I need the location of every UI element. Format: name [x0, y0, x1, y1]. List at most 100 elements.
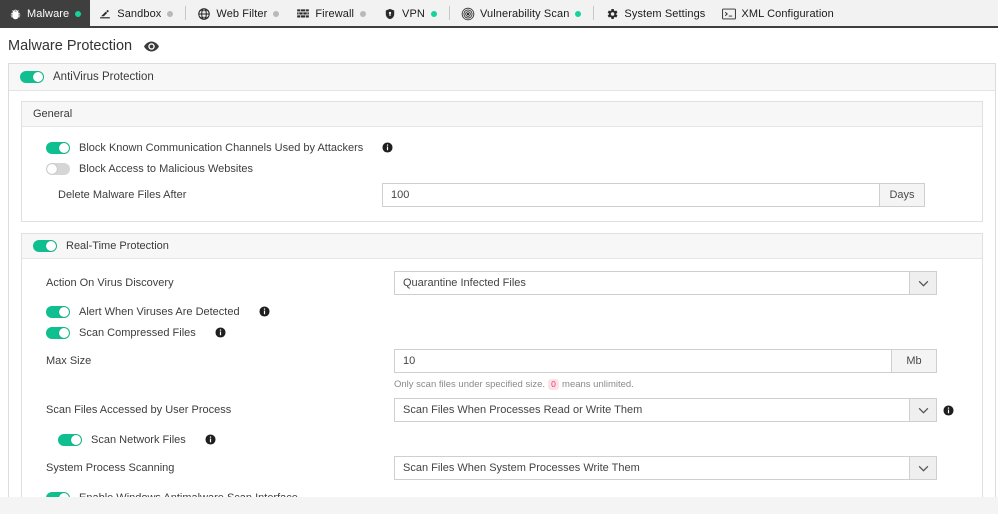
delete-malware-files-after-input[interactable] [382, 183, 879, 207]
max-size-field: Mb [394, 349, 937, 373]
realtime-protection-title: Real-Time Protection [66, 240, 169, 252]
action-on-virus-discovery-row: Action On Virus Discovery Quarantine Inf… [22, 269, 982, 297]
tab-label: System Settings [624, 8, 705, 20]
max-size-label: Max Size [46, 355, 394, 367]
web-filter-icon [197, 7, 211, 21]
realtime-protection-toggle[interactable] [33, 240, 57, 252]
antivirus-protection-toggle[interactable] [20, 71, 44, 83]
block-known-channels-label: Block Known Communication Channels Used … [79, 142, 363, 154]
tab-label: VPN [402, 8, 425, 20]
tab-system-settings[interactable]: System Settings [597, 0, 714, 28]
tab-web-filter[interactable]: Web Filter [189, 0, 288, 28]
realtime-protection-body: Action On Virus Discovery Quarantine Inf… [22, 259, 982, 497]
tab-label: Sandbox [117, 8, 161, 20]
info-icon[interactable] [259, 306, 270, 317]
tab-malware[interactable]: Malware [0, 0, 90, 28]
max-size-row: Max Size Mb [22, 347, 982, 375]
tab-label: XML Configuration [741, 8, 833, 20]
general-section: General Block Known Communication Channe… [21, 101, 983, 222]
scan-compressed-files-toggle[interactable] [46, 327, 70, 339]
scan-network-files-toggle[interactable] [58, 434, 82, 446]
scan-network-files-label: Scan Network Files [91, 434, 186, 446]
info-icon[interactable] [382, 142, 393, 153]
radar-icon [461, 7, 475, 21]
select-value: Scan Files When Processes Read or Write … [395, 404, 909, 416]
enable-amsi-toggle[interactable] [46, 492, 70, 498]
enable-amsi-row: Enable Windows Antimalware Scan Interfac… [22, 487, 982, 497]
chevron-down-icon [909, 272, 936, 294]
general-section-header: General [22, 102, 982, 127]
select-value: Scan Files When System Processes Write T… [395, 462, 909, 474]
alert-when-viruses-detected-toggle[interactable] [46, 306, 70, 318]
antivirus-protection-label: AntiVirus Protection [53, 71, 154, 83]
tab-vulnerability-scan[interactable]: Vulnerability Scan [453, 0, 590, 28]
realtime-protection-header: Real-Time Protection [22, 234, 982, 259]
panel-body: General Block Known Communication Channe… [9, 91, 995, 497]
antivirus-protection-header: AntiVirus Protection [9, 64, 995, 91]
system-process-scanning-label: System Process Scanning [46, 462, 394, 474]
alert-when-viruses-detected-label: Alert When Viruses Are Detected [79, 306, 240, 318]
action-on-virus-discovery-label: Action On Virus Discovery [46, 277, 394, 289]
status-dot [575, 11, 581, 17]
info-icon[interactable] [205, 434, 216, 445]
eye-icon[interactable] [144, 41, 159, 52]
page-bottom-area [0, 497, 998, 514]
delete-malware-files-after-field: Days [382, 183, 925, 207]
tab-xml-configuration[interactable]: XML Configuration [714, 0, 842, 28]
system-process-scanning-select[interactable]: Scan Files When System Processes Write T… [394, 456, 937, 480]
page-header: Malware Protection [0, 28, 998, 63]
select-value: Quarantine Infected Files [395, 277, 909, 289]
max-size-unit: Mb [891, 349, 937, 373]
scan-compressed-files-label: Scan Compressed Files [79, 327, 196, 339]
realtime-protection-section: Real-Time Protection Action On Virus Dis… [21, 233, 983, 497]
malware-protection-panel: AntiVirus Protection General Block Known… [8, 63, 996, 497]
status-dot [167, 11, 173, 17]
info-icon[interactable] [215, 327, 226, 338]
status-dot [431, 11, 437, 17]
info-icon[interactable] [943, 405, 954, 416]
alert-when-viruses-detected-row: Alert When Viruses Are Detected [22, 301, 982, 322]
tab-separator [449, 6, 450, 20]
action-on-virus-discovery-select[interactable]: Quarantine Infected Files [394, 271, 937, 295]
gear-icon [605, 7, 619, 21]
status-dot [360, 11, 366, 17]
page-title: Malware Protection [8, 38, 132, 54]
scan-files-user-process-row: Scan Files Accessed by User Process Scan… [22, 396, 982, 424]
tab-label: Vulnerability Scan [480, 8, 569, 20]
enable-amsi-label: Enable Windows Antimalware Scan Interfac… [79, 492, 298, 498]
tab-label: Firewall [315, 8, 354, 20]
block-malicious-websites-toggle[interactable] [46, 163, 70, 175]
vpn-shield-icon [383, 7, 397, 21]
max-size-hint: Only scan files under specified size. 0 … [22, 376, 982, 392]
block-known-channels-toggle[interactable] [46, 142, 70, 154]
chevron-down-icon [909, 399, 936, 421]
scan-network-files-row: Scan Network Files [22, 429, 982, 450]
status-dot [273, 11, 279, 17]
tab-vpn[interactable]: VPN [375, 0, 446, 28]
max-size-input[interactable] [394, 349, 891, 373]
block-malicious-websites-label: Block Access to Malicious Websites [79, 163, 253, 175]
delete-malware-files-after-label: Delete Malware Files After [46, 189, 382, 201]
tab-separator [185, 6, 186, 20]
block-malicious-websites-row: Block Access to Malicious Websites [22, 158, 982, 179]
delete-malware-files-after-unit: Days [879, 183, 925, 207]
delete-malware-files-after-row: Delete Malware Files After Days [22, 179, 982, 209]
bug-icon [8, 7, 22, 21]
unlimited-value-badge: 0 [548, 379, 559, 390]
main-tab-bar: Malware Sandbox Web Filter [0, 0, 998, 28]
status-dot [75, 11, 81, 17]
tab-sandbox[interactable]: Sandbox [90, 0, 182, 28]
scan-files-user-process-label: Scan Files Accessed by User Process [46, 404, 394, 416]
general-section-body: Block Known Communication Channels Used … [22, 127, 982, 221]
general-section-title: General [33, 108, 72, 120]
scan-compressed-files-row: Scan Compressed Files [22, 322, 982, 343]
tab-separator [593, 6, 594, 20]
sandbox-icon [98, 7, 112, 21]
terminal-icon [722, 7, 736, 21]
system-process-scanning-row: System Process Scanning Scan Files When … [22, 454, 982, 482]
scan-files-user-process-select[interactable]: Scan Files When Processes Read or Write … [394, 398, 937, 422]
max-size-hint-before: Only scan files under specified size. [394, 379, 545, 390]
firewall-icon [296, 7, 310, 21]
tab-firewall[interactable]: Firewall [288, 0, 375, 28]
block-known-channels-row: Block Known Communication Channels Used … [22, 137, 982, 158]
